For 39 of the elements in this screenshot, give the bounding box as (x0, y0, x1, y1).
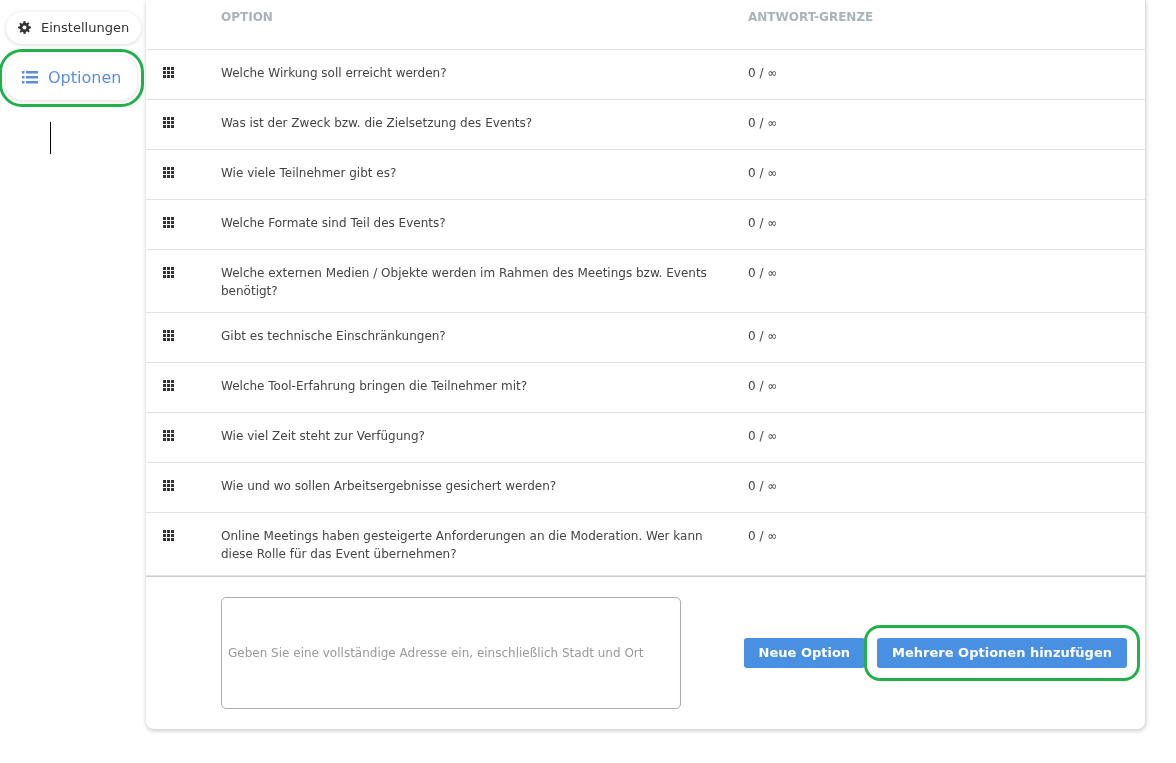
table-cell-text: 0 / ∞ (748, 165, 779, 182)
column-header: ANTWORT-GRENZE (748, 9, 875, 26)
table-cell-text: 0 / ∞ (748, 528, 779, 545)
table-cell-text: Wie viel Zeit steht zur Verfügung? (221, 428, 426, 445)
drag-handle-icon[interactable] (163, 117, 174, 128)
drag-handle-icon[interactable] (163, 380, 174, 391)
text-cursor (50, 121, 51, 154)
table-cell-text: Welche Wirkung soll erreicht werden? (221, 65, 448, 82)
table-cell-text: Welche externen Medien / Objekte werden im Rahmen des Meetings bzw. Events benötigt? (221, 265, 708, 300)
sidebar-item[interactable]: Einstellungen (6, 12, 142, 44)
table-cell-text: 0 / ∞ (748, 478, 779, 495)
table-cell-text: 0 / ∞ (748, 65, 779, 82)
table-cell-text: Wie viele Teilnehmer gibt es? (221, 165, 398, 182)
table-cell-text: Gibt es technische Einschränkungen? (221, 328, 447, 345)
table-cell-text: 0 / ∞ (748, 428, 779, 445)
table-cell-text: Welche Tool-Erfahrung bringen die Teilnehmer mit? (221, 378, 529, 395)
column-header: OPTION (221, 9, 274, 26)
drag-handle-icon[interactable] (163, 530, 174, 541)
table-cell-text: Wie und wo sollen Arbeitsergebnisse gesichert werden? (221, 478, 558, 495)
table-cell-text: 0 / ∞ (748, 328, 779, 345)
table-cell-text: Was ist der Zweck bzw. die Zielsetzung des Events? (221, 115, 534, 132)
table-cell-text: Welche Formate sind Teil des Events? (221, 215, 447, 232)
add-button[interactable]: Mehrere Optionen hinzufügen (877, 638, 1127, 668)
drag-handle-icon[interactable] (163, 330, 174, 341)
drag-handle-icon[interactable] (163, 430, 174, 441)
drag-handle-icon[interactable] (163, 67, 174, 78)
input-field[interactable]: Geben Sie eine vollständige Adresse ein, einschließlich Stadt und Ort (221, 597, 681, 709)
list-icon (22, 71, 38, 84)
drag-handle-icon[interactable] (163, 480, 174, 491)
drag-handle-icon[interactable] (163, 217, 174, 228)
drag-handle-icon[interactable] (163, 267, 174, 278)
table-cell-text: 0 / ∞ (748, 265, 779, 282)
table-cell-text: 0 / ∞ (748, 115, 779, 132)
table-cell-text: 0 / ∞ (748, 378, 779, 395)
drag-handle-icon[interactable] (163, 167, 174, 178)
table-cell-text: 0 / ∞ (748, 215, 779, 232)
table-cell-text: Online Meetings haben gesteigerte Anforderungen an die Moderation. Wer kann diese Rolle für das Event übernehmen? (221, 528, 704, 563)
add-button[interactable]: Neue Option (743, 638, 866, 668)
gear-icon (18, 21, 31, 35)
